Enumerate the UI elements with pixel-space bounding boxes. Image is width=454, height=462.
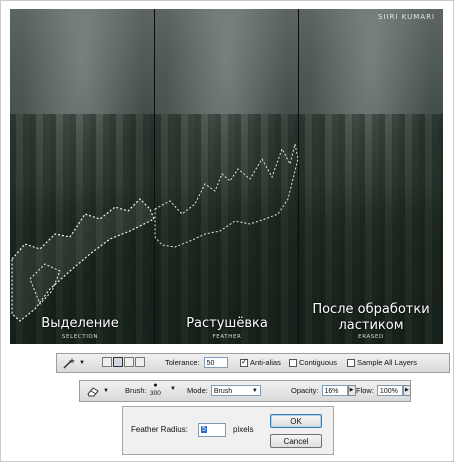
eraser-options-bar: ▼ Brush: ● 300 ▼ Mode: Brush ▼ Opacity: …: [79, 380, 411, 402]
tolerance-label: Tolerance:: [165, 358, 200, 367]
forest-photo: SIIRI KUMARI Выделение SELECTION Растушё…: [10, 9, 443, 344]
flow-group: Flow: 100% ▶: [356, 385, 411, 396]
brush-picker[interactable]: ● 300: [150, 382, 161, 398]
tolerance-input[interactable]: 50: [203, 357, 228, 368]
brush-tip-icon: ●: [153, 382, 158, 389]
subtract-from-selection-button[interactable]: [124, 357, 134, 367]
sample-all-layers-checkbox[interactable]: [347, 358, 355, 367]
caption-erased: После обработки ластиком: [302, 302, 440, 334]
brush-group: Brush:: [125, 386, 147, 395]
caption-erased-en: ERASED: [358, 334, 384, 340]
eraser-preset-picker[interactable]: ▼: [86, 385, 109, 397]
antialias-checkbox[interactable]: [240, 357, 248, 367]
mode-group: Mode: Brush ▼: [187, 385, 261, 396]
caption-erased-line2: ластиком: [338, 318, 404, 333]
antialias-label: Anti-alias: [250, 358, 281, 367]
opacity-label: Opacity:: [291, 386, 319, 395]
brush-size-value: 300: [150, 390, 161, 397]
flow-label: Flow:: [356, 386, 374, 395]
caption-feather-en: FEATHER: [212, 334, 242, 340]
eraser-icon: [87, 387, 99, 397]
caption-feather: Растушёвка: [186, 316, 268, 331]
tool-preset-picker[interactable]: ▼: [62, 357, 85, 369]
selection-mode-group: [102, 357, 146, 367]
dropdown-arrow-icon: ▼: [79, 360, 85, 366]
add-to-selection-button[interactable]: [113, 357, 123, 367]
ok-button[interactable]: OK: [270, 414, 322, 428]
dropdown-arrow-icon: ▼: [103, 388, 109, 394]
feather-radius-input[interactable]: 5: [198, 423, 226, 437]
feather-radius-value: 5: [201, 426, 207, 433]
sample-all-layers-option[interactable]: Sample All Layers: [347, 358, 417, 367]
mode-label: Mode:: [187, 386, 208, 395]
intersect-selection-button[interactable]: [135, 357, 145, 367]
marching-ants-selection: [11, 143, 299, 322]
feather-unit-label: pixels: [233, 425, 254, 434]
magic-wand-options-bar: ▼ Tolerance: 50 Anti-alias Contiguous Sa…: [56, 353, 450, 373]
chevron-down-icon: ▼: [251, 388, 258, 394]
brush-picker-arrow[interactable]: ▼: [170, 386, 176, 392]
contiguous-label: Contiguous: [299, 358, 337, 367]
new-selection-button[interactable]: [102, 357, 112, 367]
antialias-option[interactable]: Anti-alias: [240, 357, 281, 367]
contiguous-option[interactable]: Contiguous: [289, 358, 337, 367]
brush-label: Brush:: [125, 386, 147, 395]
feather-radius-label: Feather Radius:: [131, 425, 188, 434]
mode-value: Brush: [213, 388, 233, 395]
photo-credit: SIIRI KUMARI: [377, 13, 435, 21]
opacity-slider-button[interactable]: ▶: [347, 385, 356, 396]
magic-wand-icon: [63, 358, 75, 369]
feather-selection-dialog: Feather Radius: 5 pixels OK Cancel: [122, 406, 334, 455]
flow-input[interactable]: 100%: [376, 385, 403, 396]
sample-all-layers-label: Sample All Layers: [357, 358, 418, 367]
contiguous-checkbox[interactable]: [289, 358, 297, 367]
opacity-input[interactable]: 16%: [321, 385, 348, 396]
cancel-button[interactable]: Cancel: [270, 434, 322, 448]
caption-selection-en: SELECTION: [61, 334, 99, 340]
mode-select[interactable]: Brush ▼: [210, 385, 261, 396]
opacity-group: Opacity: 16% ▶: [291, 385, 356, 396]
flow-slider-button[interactable]: ▶: [402, 385, 411, 396]
tolerance-group: Tolerance: 50: [165, 357, 228, 368]
caption-selection: Выделение: [41, 316, 119, 331]
caption-erased-line1: После обработки: [312, 302, 430, 317]
